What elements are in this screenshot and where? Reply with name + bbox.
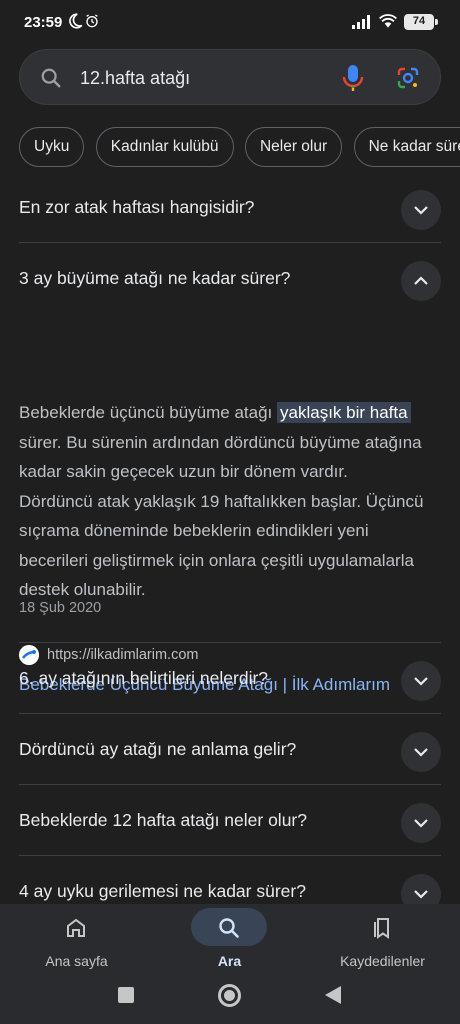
nav-home-label: Ana sayfa (45, 953, 108, 969)
faq-question: 6. ay atağının belirtileri nelerdir? (19, 668, 269, 688)
chip-uyku[interactable]: Uyku (19, 127, 85, 167)
chevron-down-icon (414, 206, 428, 215)
faq-item[interactable]: Bebeklerde 12 hafta atağı neler olur? (19, 785, 441, 856)
collapse-button[interactable] (401, 261, 441, 301)
expand-button[interactable] (401, 803, 441, 843)
chevron-down-icon (414, 819, 428, 828)
search-icon (41, 68, 61, 88)
nav-search-label: Ara (217, 953, 242, 969)
nav-home[interactable]: Ana sayfa (0, 904, 153, 974)
faq-question: 4 ay uyku gerilemesi ne kadar sürer? (19, 881, 306, 901)
faq-item[interactable]: 6. ay atağının belirtileri nelerdir? (19, 643, 441, 714)
google-lens-icon[interactable] (396, 66, 420, 90)
alarm-icon (86, 14, 98, 28)
expand-button[interactable] (401, 190, 441, 230)
back-button[interactable] (325, 986, 341, 1004)
expand-button[interactable] (401, 661, 441, 701)
page: 23:59 74 Uyku Kadınlar kulübü Neler olur… (0, 0, 460, 1024)
faq-question: En zor atak haftası hangisidir? (19, 197, 255, 217)
suggestion-chips: Uyku Kadınlar kulübü Neler olur Ne kadar… (19, 127, 460, 167)
faq-item-expanded[interactable]: 3 ay büyüme atağı ne kadar sürer? Bebekl… (19, 243, 441, 694)
answer-date: 18 Şub 2020 (19, 600, 102, 616)
nav-saved-label: Kaydedilenler (340, 953, 425, 969)
chip-neler-olur[interactable]: Neler olur (244, 127, 343, 167)
search-bar[interactable] (19, 49, 441, 105)
chip-kadinlar-kulubu[interactable]: Kadınlar kulübü (95, 127, 234, 167)
nav-saved[interactable]: Kaydedilenler (306, 904, 459, 974)
answer-text: Bebeklerde üçüncü büyüme atağı yaklaşık … (19, 402, 424, 599)
search-input[interactable] (80, 64, 320, 92)
faq-question: Dördüncü ay atağı ne anlama gelir? (19, 739, 297, 759)
moon-icon (69, 13, 83, 29)
wifi-icon (379, 14, 397, 28)
faq-item[interactable]: Dördüncü ay atağı ne anlama gelir? (19, 714, 441, 785)
expand-button[interactable] (401, 732, 441, 772)
status-time: 23:59 (24, 14, 63, 31)
chevron-down-icon (414, 677, 428, 686)
chevron-up-icon (414, 276, 428, 285)
search-icon (219, 918, 239, 938)
chevron-down-icon (414, 748, 428, 757)
status-bar: 23:59 74 (0, 0, 460, 46)
faq-item[interactable]: En zor atak haftası hangisidir? (19, 172, 441, 243)
recents-button[interactable] (118, 987, 134, 1003)
faq-question: Bebeklerde 12 hafta atağı neler olur? (19, 810, 307, 830)
faq-question: 3 ay büyüme atağı ne kadar sürer? (19, 268, 291, 288)
home-button[interactable] (218, 984, 241, 1007)
answer-highlight: yaklaşık bir hafta (277, 402, 411, 423)
nav-search[interactable]: Ara (153, 904, 306, 974)
chip-ne-kadar-surer[interactable]: Ne kadar sürer (353, 127, 460, 167)
chevron-down-icon (414, 890, 428, 899)
system-navigation (0, 976, 460, 1016)
bookmarks-icon (374, 918, 389, 939)
home-icon (67, 918, 85, 937)
battery-indicator: 74 (404, 14, 438, 30)
people-also-ask: En zor atak haftası hangisidir? 3 ay büy… (0, 172, 460, 927)
signal-icon (352, 15, 370, 29)
microphone-icon[interactable] (342, 64, 364, 92)
